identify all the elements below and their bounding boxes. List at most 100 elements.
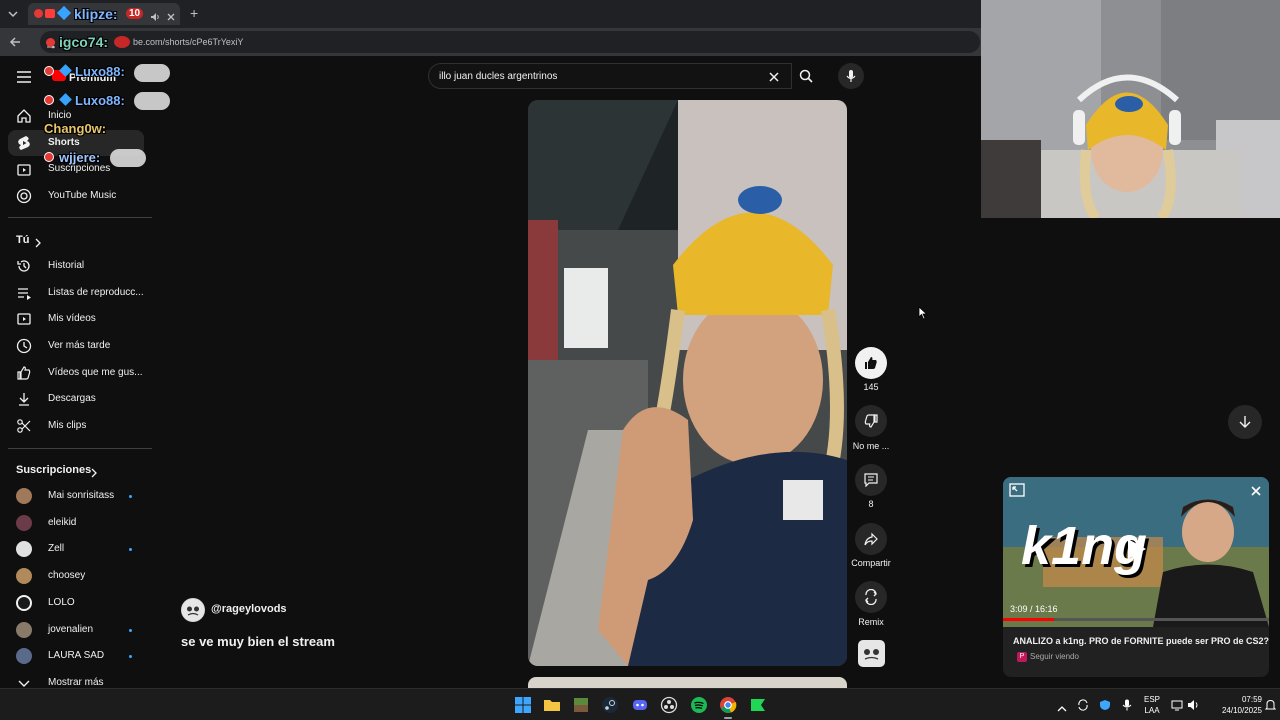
short-video-player[interactable] <box>528 100 847 666</box>
clear-search-icon[interactable] <box>768 70 780 82</box>
sidebar-item-liked-videos[interactable]: Vídeos que me gus... <box>0 360 152 386</box>
recording-dot-icon <box>46 38 55 47</box>
search-query-text: illo juan ducles argentrinos <box>439 71 558 82</box>
history-icon <box>16 258 32 274</box>
miniplayer[interactable]: k1ng 3:09 / 16:16 ANALIZO a k1ng. PRO de… <box>1003 477 1269 677</box>
thumbs-up-icon <box>16 365 32 381</box>
sidebar-item-youtube-music[interactable]: YouTube Music <box>0 183 152 209</box>
app-green-icon[interactable] <box>749 696 767 714</box>
steam-icon[interactable] <box>601 696 619 714</box>
defender-icon[interactable] <box>1099 698 1111 710</box>
streamer-webcam <box>981 0 1280 218</box>
home-icon <box>16 108 32 124</box>
notification-bell-icon[interactable] <box>1264 698 1277 710</box>
network-icon[interactable] <box>1171 698 1183 711</box>
dislike-button[interactable] <box>855 405 887 437</box>
miniplayer-title[interactable]: ANALIZO a k1ng. PRO de FORNITE puede ser… <box>1013 636 1269 646</box>
channel-name[interactable]: @rageylovods <box>211 603 287 615</box>
sidebar-item-label: LOLO <box>48 596 75 608</box>
sidebar-item-subscription[interactable]: choosey <box>0 563 152 589</box>
avatar <box>16 621 32 638</box>
playlist-icon <box>16 285 32 301</box>
url-field[interactable]: be.com/shorts/cPe6TrYexiY <box>40 31 980 53</box>
close-tab-icon[interactable] <box>166 9 176 21</box>
comments-button[interactable] <box>855 464 887 496</box>
sidebar-item-subscription[interactable]: LOLO <box>0 590 152 616</box>
chevron-right-icon[interactable] <box>34 235 42 248</box>
miniplayer-thumbnail[interactable]: k1ng 3:09 / 16:16 <box>1003 477 1269 627</box>
emote-cloud-icon <box>110 149 146 167</box>
music-icon <box>16 188 32 204</box>
share-button[interactable] <box>855 523 887 555</box>
my-videos-icon <box>16 311 32 327</box>
speaker-icon[interactable] <box>150 9 160 21</box>
windows-start-icon[interactable] <box>514 696 532 714</box>
share-label: Compartir <box>851 558 891 568</box>
next-short-preview[interactable] <box>528 677 847 688</box>
search-input[interactable]: illo juan ducles argentrinos <box>428 63 792 89</box>
back-arrow-icon[interactable] <box>8 35 22 49</box>
voice-search-button[interactable] <box>838 63 864 89</box>
sidebar-item-subscription[interactable]: Zell <box>0 536 152 562</box>
sidebar-item-subscription[interactable]: Mai sonrisitass <box>0 483 152 509</box>
sidebar-item-ver-mas-tarde[interactable]: Ver más tarde <box>0 333 152 359</box>
channel-avatar[interactable] <box>181 598 205 622</box>
sidebar-item-label: Mis vídeos <box>48 313 96 324</box>
volume-icon[interactable] <box>1187 698 1200 710</box>
chat-badge-icon <box>44 95 54 105</box>
tab-list-dropdown-icon[interactable] <box>6 7 20 21</box>
next-short-button[interactable] <box>1228 405 1262 439</box>
emote-heart-icon <box>114 36 130 48</box>
clock-time[interactable]: 07:59 <box>1222 695 1262 704</box>
language-indicator-top[interactable]: ESP <box>1143 695 1161 704</box>
short-title: se ve muy bien el stream <box>181 634 335 649</box>
like-button[interactable] <box>855 347 887 379</box>
sidebar-item-label: Vídeos que me gus... <box>48 367 143 378</box>
discord-icon[interactable] <box>631 696 649 714</box>
microphone-tray-icon[interactable] <box>1122 698 1132 711</box>
subscriptions-section-title[interactable]: Suscripciones <box>16 464 91 476</box>
sidebar-item-mis-videos[interactable]: Mis vídeos <box>0 306 152 332</box>
sidebar-item-label: Shorts <box>48 137 80 148</box>
chat-badge-icon <box>44 66 54 76</box>
obs-icon[interactable] <box>660 696 678 714</box>
browser-tab-active[interactable]: klipze: 10 <box>28 3 180 25</box>
minecraft-icon[interactable] <box>572 696 590 714</box>
expand-miniplayer-icon[interactable] <box>1009 483 1025 497</box>
audio-source-thumbnail[interactable] <box>858 640 885 667</box>
tray-chevron-up-icon[interactable] <box>1057 700 1067 712</box>
dislike-label: No me ... <box>852 441 890 451</box>
clock-date[interactable]: 24/10/2025 <box>1206 706 1262 715</box>
scissors-icon <box>16 418 32 434</box>
sidebar-item-label: Ver más tarde <box>48 340 111 351</box>
sidebar-item-descargas[interactable]: Descargas <box>0 386 152 412</box>
sidebar-item-label: Inicio <box>48 110 72 121</box>
comment-icon <box>864 473 878 488</box>
play-icon[interactable] <box>1126 537 1148 561</box>
sidebar-item-historial[interactable]: Historial <box>0 253 152 279</box>
file-explorer-icon[interactable] <box>543 696 561 714</box>
chrome-icon[interactable] <box>719 696 737 714</box>
miniplayer-progress-fill <box>1003 618 1054 621</box>
sidebar-item-subscription[interactable]: LAURA SAD <box>0 643 152 669</box>
sidebar-item-playlists[interactable]: Listas de reproducc... <box>0 280 152 306</box>
avatar <box>16 514 32 531</box>
menu-icon[interactable] <box>16 70 32 84</box>
remix-button[interactable] <box>855 581 887 613</box>
emote-cloud-icon <box>134 64 170 82</box>
close-miniplayer-icon[interactable] <box>1250 484 1262 496</box>
search-button[interactable] <box>792 63 822 89</box>
chevron-right-icon[interactable] <box>90 465 98 478</box>
new-tab-button[interactable]: + <box>190 5 198 21</box>
sidebar-item-subscription[interactable]: eleikid <box>0 510 152 536</box>
sidebar-item-subscription[interactable]: jovenalien <box>0 617 152 643</box>
language-indicator-bottom[interactable]: LAA <box>1143 706 1161 715</box>
sync-icon[interactable] <box>1077 698 1089 711</box>
avatar <box>16 488 32 504</box>
spotify-icon[interactable] <box>690 696 708 714</box>
miniplayer-time: 3:09 / 16:16 <box>1010 604 1058 614</box>
sidebar-item-mis-clips[interactable]: Mis clips <box>0 413 152 439</box>
you-section-title[interactable]: Tú <box>16 234 29 246</box>
sidebar-item-label: YouTube Music <box>48 190 117 201</box>
show-more-label: Mostrar más <box>48 677 104 688</box>
